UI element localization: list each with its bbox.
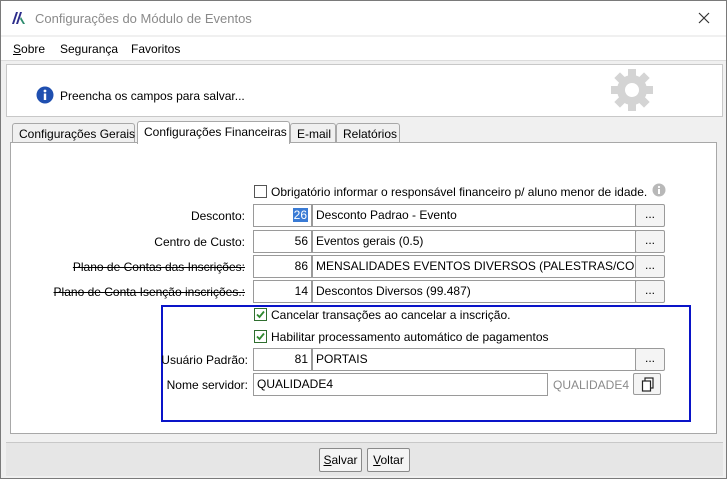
tab-configuracoes-gerais[interactable]: Configurações Gerais	[12, 123, 135, 143]
voltar-button[interactable]: Voltar	[367, 448, 410, 472]
desconto-label: Desconto:	[190, 209, 245, 223]
settings-window: Configurações do Módulo de Eventos Sobre…	[0, 0, 727, 479]
menu-item-seguranca[interactable]: Segurança	[60, 42, 118, 56]
info-icon	[36, 86, 54, 104]
habilitar-processamento-label: Habilitar processamento automático de pa…	[271, 330, 549, 344]
tab-email[interactable]: E-mail	[290, 123, 336, 143]
usuario-padrao-code-field[interactable]: 81	[253, 348, 312, 371]
desconto-lookup-button[interactable]: ...	[635, 204, 665, 227]
nome-servidor-field[interactable]: QUALIDADE4	[253, 373, 548, 396]
app-logo-icon	[12, 12, 25, 24]
nome-servidor-label: Nome servidor:	[166, 378, 248, 392]
info-message: Preencha os campos para salvar...	[60, 89, 245, 103]
desconto-code-field[interactable]: 26	[253, 204, 312, 227]
centro-custo-code-field[interactable]: 56	[253, 230, 312, 253]
usuario-padrao-description-field[interactable]: PORTAIS	[312, 348, 636, 371]
gear-icon	[611, 69, 653, 111]
checkmark-icon	[256, 310, 265, 319]
centro-custo-lookup-button[interactable]: ...	[635, 230, 665, 253]
plano-isencao-description-field[interactable]: Descontos Diversos (99.487)	[312, 280, 636, 303]
menu-item-favoritos[interactable]: Favoritos	[131, 42, 180, 56]
plano-contas-label: Plano de Contas das Inscrições:	[72, 260, 245, 274]
menu-item-sobre[interactable]: Sobre	[13, 42, 45, 56]
help-info-icon[interactable]	[652, 183, 666, 197]
bottom-bar	[6, 442, 723, 476]
usuario-padrao-label: Usuário Padrão:	[161, 353, 248, 367]
habilitar-processamento-checkbox[interactable]	[254, 330, 267, 343]
obrigatorio-label: Obrigatório informar o responsável finan…	[271, 185, 648, 199]
close-icon[interactable]	[691, 7, 717, 29]
obrigatorio-checkbox[interactable]	[254, 185, 267, 198]
centro-custo-description-field[interactable]: Eventos gerais (0.5)	[312, 230, 636, 253]
plano-isencao-label: Plano de Conta Isenção inscrições.:	[53, 285, 245, 299]
centro-custo-label: Centro de Custo:	[154, 235, 245, 249]
info-panel: Preencha os campos para salvar...	[6, 64, 723, 117]
plano-contas-code-field[interactable]: 86	[253, 255, 312, 278]
tab-configuracoes-financeiras[interactable]: Configurações Financeiras	[137, 121, 290, 144]
window-title: Configurações do Módulo de Eventos	[35, 11, 252, 26]
plano-isencao-code-field[interactable]: 14	[253, 280, 312, 303]
salvar-button[interactable]: Salvar	[319, 448, 362, 472]
plano-contas-description-field[interactable]: MENSALIDADES EVENTOS DIVERSOS (PALESTRAS…	[312, 255, 636, 278]
cancelar-transacoes-checkbox[interactable]	[254, 308, 267, 321]
cancelar-transacoes-label: Cancelar transações ao cancelar a inscri…	[271, 308, 511, 322]
title-bar: Configurações do Módulo de Eventos	[1, 1, 726, 35]
menu-bar: Sobre Segurança Favoritos	[1, 37, 726, 61]
desconto-description-field[interactable]: Desconto Padrao - Evento	[312, 204, 636, 227]
tab-relatorios[interactable]: Relatórios	[336, 123, 400, 143]
copy-server-button[interactable]	[633, 373, 661, 395]
checkmark-icon	[256, 332, 265, 341]
plano-contas-lookup-button[interactable]: ...	[635, 255, 665, 278]
nome-servidor-hint: QUALIDADE4	[553, 378, 630, 392]
copy-icon	[641, 377, 654, 392]
plano-isencao-lookup-button[interactable]: ...	[635, 280, 665, 303]
usuario-padrao-lookup-button[interactable]: ...	[635, 348, 665, 371]
